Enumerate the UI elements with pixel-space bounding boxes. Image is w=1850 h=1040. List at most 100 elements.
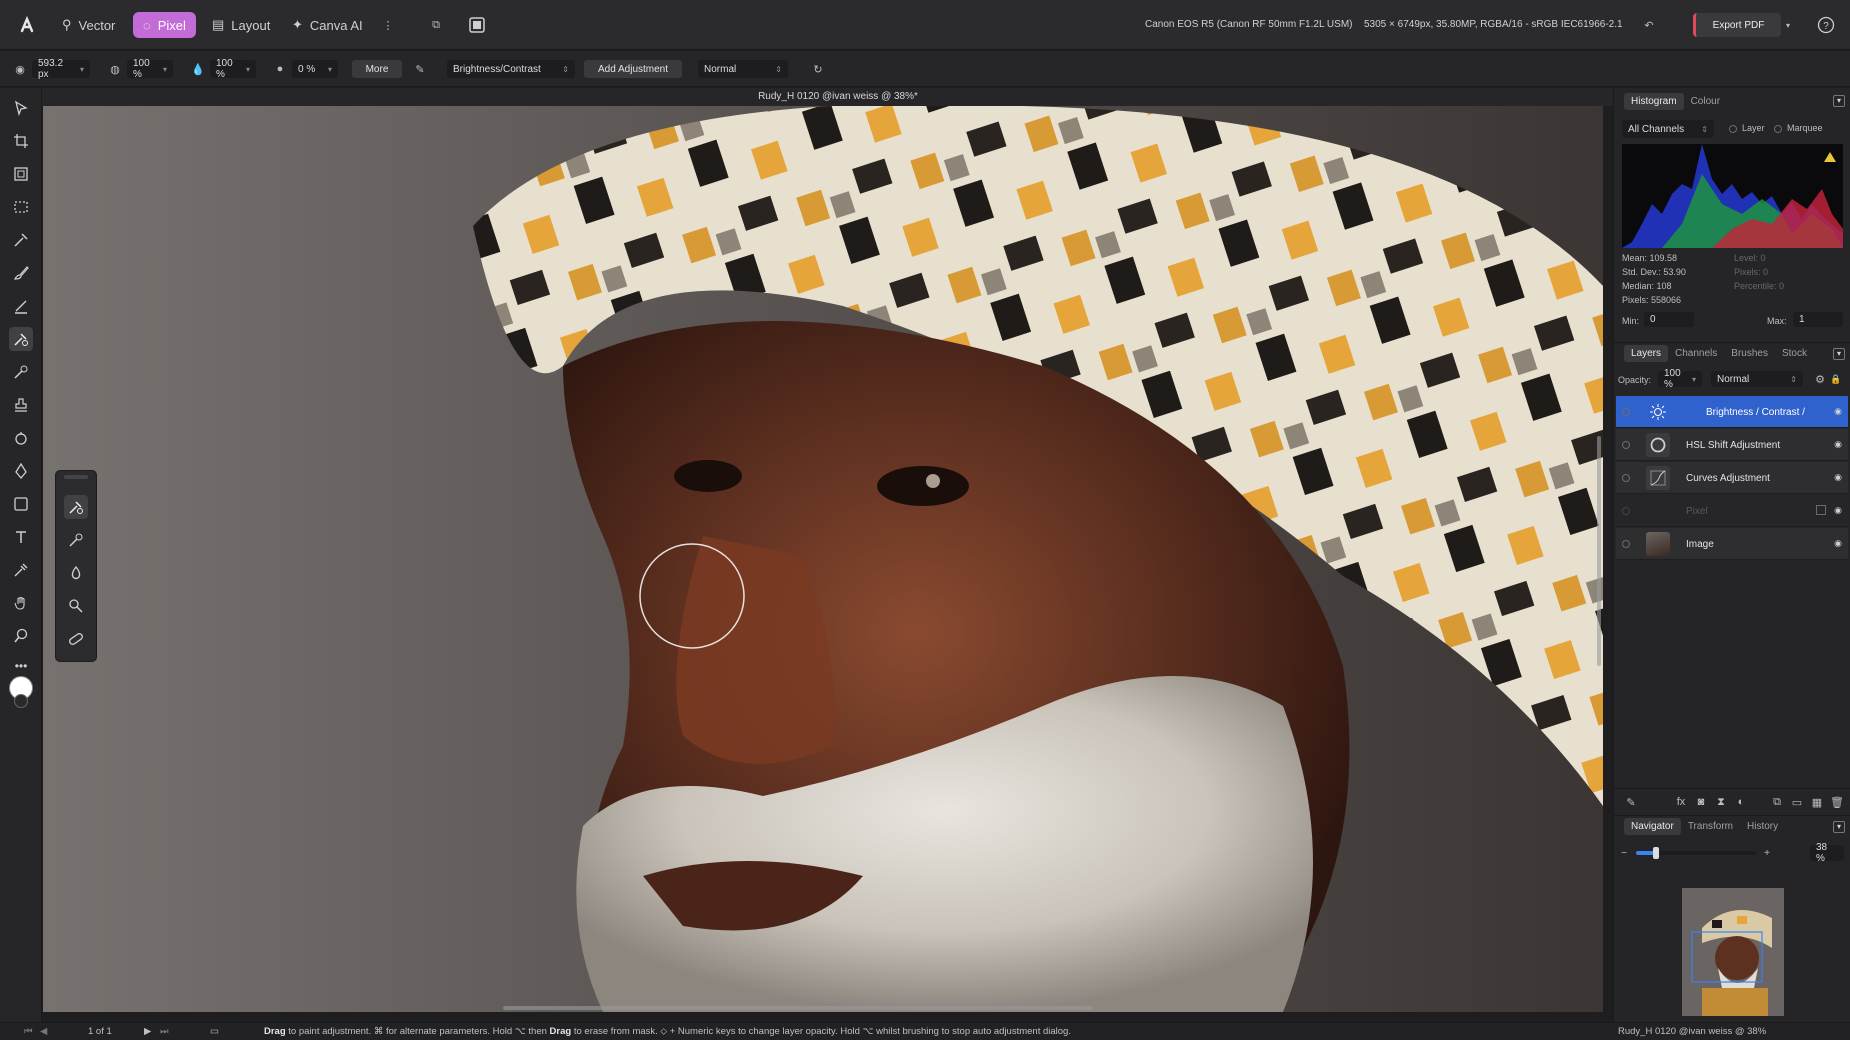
snapping-icon[interactable]: ⧉ [423, 12, 449, 38]
persona-vector[interactable]: ⚲ Vector [52, 12, 125, 38]
export-options-chevron-icon[interactable]: ▾ [1775, 12, 1801, 38]
zoom-field[interactable]: 38 % [1810, 842, 1844, 864]
marquee-radio[interactable] [1774, 125, 1782, 133]
layer-opacity-field[interactable]: 100 % ▾ [1658, 368, 1702, 390]
navigator-thumbnail[interactable] [1682, 888, 1784, 1016]
color-picker-icon[interactable] [9, 558, 33, 582]
zoom-out-icon[interactable]: − [1616, 845, 1632, 861]
shape-tool-icon[interactable] [9, 492, 33, 516]
eye-icon[interactable]: ◉ [1834, 505, 1842, 516]
layer-row[interactable]: HSL Shift Adjustment ◉ [1616, 429, 1848, 461]
max-label: Max: [1767, 316, 1787, 326]
layers-collapse-icon[interactable]: ▾ [1833, 347, 1845, 360]
pen-tool-icon[interactable] [9, 459, 33, 483]
flyout-handle[interactable] [64, 475, 88, 479]
layer-radio[interactable] [1729, 125, 1737, 133]
adjustment-brush-icon[interactable] [9, 327, 33, 351]
prev-page-icon[interactable]: ◀ [40, 1026, 47, 1037]
adjustment-select[interactable]: Brightness/Contrast ⇕ [447, 60, 575, 78]
tab-histogram[interactable]: Histogram [1624, 92, 1684, 110]
horizontal-scrollbar[interactable] [503, 1006, 1093, 1010]
selection-brush-icon[interactable] [9, 228, 33, 252]
brush-width-field[interactable]: 593.2 px ▾ [32, 58, 90, 80]
more-vertical-icon[interactable]: ⋮ [375, 12, 401, 38]
crop-tool-icon[interactable] [9, 129, 33, 153]
tab-colour[interactable]: Colour [1684, 93, 1727, 110]
hand-tool-icon[interactable] [9, 591, 33, 615]
clone-brush-flyout-icon[interactable] [64, 528, 88, 552]
layer-visibility-radio[interactable] [1622, 408, 1630, 416]
lock-icon[interactable]: 🔒 [1827, 366, 1845, 392]
tab-transform[interactable]: Transform [1681, 818, 1740, 835]
more-tools-icon[interactable]: ••• [9, 654, 33, 678]
max-field[interactable]: 1 [1793, 312, 1843, 327]
layer-visibility-radio[interactable] [1622, 441, 1630, 449]
eye-icon[interactable]: ◉ [1834, 472, 1842, 483]
layer-blend-mode-select[interactable]: Normal ⇕ [1711, 371, 1803, 387]
zoom-in-icon[interactable]: + [1759, 845, 1775, 861]
opacity-field[interactable]: 100 % ▾ [127, 58, 173, 80]
view-mode-icon[interactable] [464, 12, 490, 38]
stamp-tool-icon[interactable] [9, 393, 33, 417]
layer-row[interactable]: Pixel ◉ [1616, 495, 1848, 527]
retouch-tool-icon[interactable] [9, 426, 33, 450]
app-logo[interactable] [14, 12, 40, 38]
bandage-tool-icon[interactable] [64, 627, 88, 651]
more-button[interactable]: More [352, 60, 402, 78]
zoom-tool-icon[interactable] [9, 624, 33, 648]
trash-icon[interactable]: 🗑 [1824, 789, 1850, 815]
reset-icon[interactable]: ↻ [805, 56, 831, 82]
text-tool-icon[interactable] [9, 525, 33, 549]
hardness-field[interactable]: 0 % ▾ [292, 60, 338, 78]
layer-visibility-radio[interactable] [1622, 540, 1630, 548]
tab-layers[interactable]: Layers [1624, 345, 1669, 362]
add-adjustment-button[interactable]: Add Adjustment [584, 60, 682, 78]
help-icon[interactable]: ? [1813, 12, 1839, 38]
background-color-swatch[interactable] [14, 694, 28, 708]
layer-visibility-radio[interactable] [1622, 474, 1630, 482]
tab-stock[interactable]: Stock [1775, 345, 1814, 362]
photo-canvas[interactable] [43, 106, 1603, 1012]
navigator-collapse-icon[interactable]: ▾ [1833, 820, 1845, 833]
persona-canva-ai[interactable]: ✦ Canva AI [282, 12, 373, 38]
channels-select[interactable]: All Channels ⇕ [1622, 120, 1714, 138]
panel-collapse-icon[interactable]: ▾ [1833, 95, 1845, 107]
flow-field[interactable]: 100 % ▾ [210, 58, 256, 80]
zoom-slider[interactable] [1636, 847, 1756, 859]
adjustment-brush-flyout-icon[interactable] [64, 495, 88, 519]
tab-brushes[interactable]: Brushes [1724, 345, 1775, 362]
eye-icon[interactable]: ◉ [1834, 439, 1842, 450]
eye-icon[interactable]: ◉ [1834, 406, 1842, 417]
eye-icon[interactable]: ◉ [1834, 538, 1842, 549]
persona-layout[interactable]: ▤ Layout [202, 12, 280, 38]
layer-row[interactable]: Brightness / Contrast / ◉ [1616, 396, 1848, 428]
sponge-tool-icon[interactable] [64, 594, 88, 618]
persona-pixel[interactable]: ◌ Pixel [133, 12, 196, 38]
marquee-tool-icon[interactable] [9, 195, 33, 219]
layer-visibility-radio[interactable] [1622, 507, 1630, 515]
layer-row[interactable]: Curves Adjustment ◉ [1616, 462, 1848, 494]
pixel-brush-icon[interactable] [9, 294, 33, 318]
clone-tool-icon[interactable] [9, 360, 33, 384]
tab-channels[interactable]: Channels [1668, 345, 1724, 362]
page-view-icon[interactable]: ▭ [210, 1026, 219, 1037]
next-page-icon[interactable]: ▶ [144, 1026, 151, 1037]
tab-navigator[interactable]: Navigator [1624, 818, 1681, 835]
export-button[interactable]: Export PDF [1693, 13, 1781, 37]
zoom-slider-handle[interactable] [1653, 847, 1659, 859]
first-page-icon[interactable]: ⏮ [24, 1026, 33, 1037]
min-field[interactable]: 0 [1644, 312, 1694, 327]
undo-dropdown-icon[interactable]: ↶ [1636, 12, 1662, 38]
last-page-icon[interactable]: ⏭ [160, 1026, 169, 1037]
tab-history[interactable]: History [1740, 818, 1785, 835]
burn-tool-icon[interactable] [64, 561, 88, 585]
brush-settings-icon[interactable]: ✎ [407, 56, 433, 82]
vertical-scrollbar[interactable] [1597, 436, 1601, 666]
move-tool-icon[interactable] [9, 96, 33, 120]
perspective-tool-icon[interactable] [9, 162, 33, 186]
edit-layer-icon[interactable]: ✎ [1618, 789, 1644, 815]
blend-mode-select[interactable]: Normal ⇕ [698, 60, 788, 78]
layer-row[interactable]: Image ◉ [1616, 528, 1848, 560]
paint-brush-icon[interactable] [9, 261, 33, 285]
adjustment-layer-icon[interactable]: ◐ [1728, 789, 1754, 815]
